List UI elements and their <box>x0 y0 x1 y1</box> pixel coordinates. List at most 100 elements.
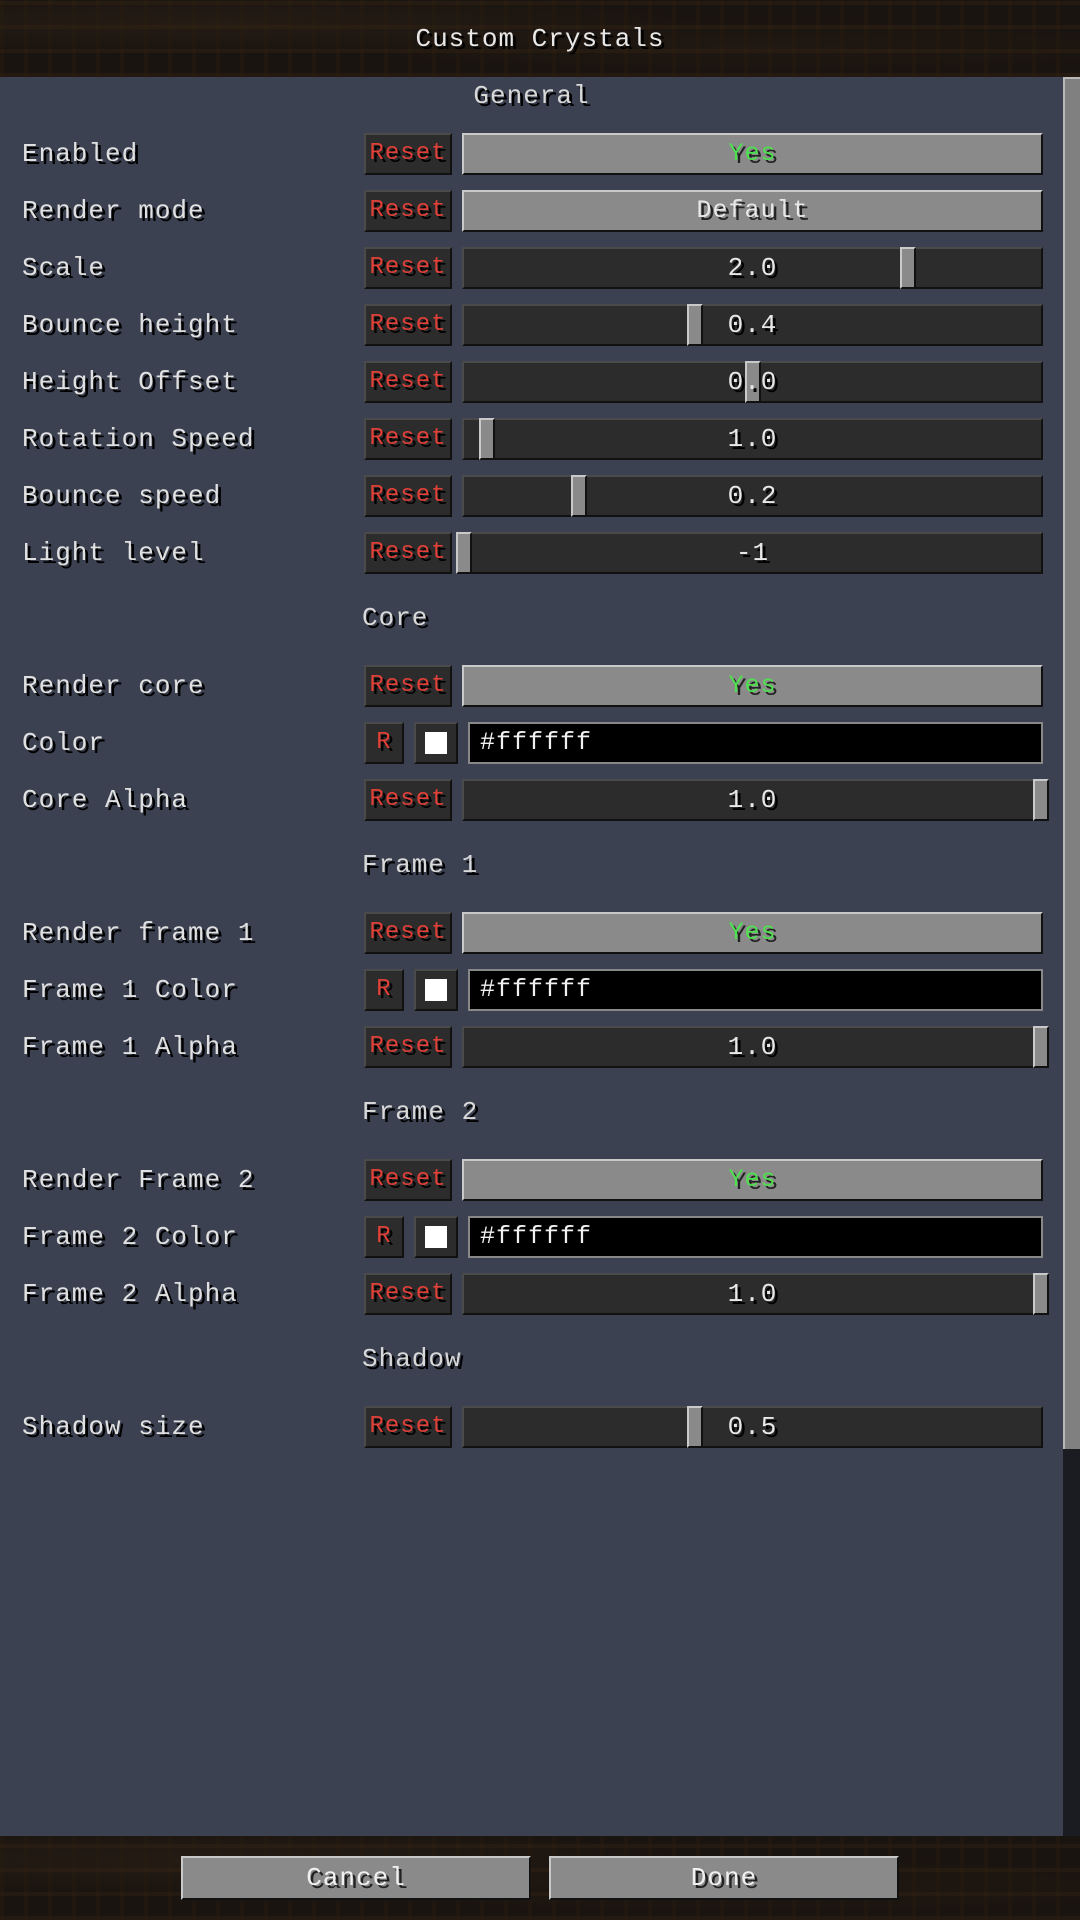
reset-render-core[interactable]: Reset <box>364 665 452 707</box>
swatch-frame1-color[interactable] <box>414 969 458 1011</box>
label-light-level: Light level <box>20 538 354 568</box>
slider-value: 1.0 <box>464 781 1041 819</box>
slider-frame2-alpha[interactable]: 1.0 <box>462 1273 1043 1315</box>
section-general: General <box>20 77 1043 125</box>
reset-render-frame1[interactable]: Reset <box>364 912 452 954</box>
slider-thumb[interactable] <box>1033 779 1049 821</box>
swatch-inner <box>425 1226 447 1248</box>
slider-rotation-speed[interactable]: 1.0 <box>462 418 1043 460</box>
swatch-frame2-color[interactable] <box>414 1216 458 1258</box>
reset-enabled[interactable]: Reset <box>364 133 452 175</box>
row-frame2-color: Frame 2 Color R #ffffff <box>20 1208 1043 1265</box>
slider-bounce-height[interactable]: 0.4 <box>462 304 1043 346</box>
slider-value: 1.0 <box>464 1275 1041 1313</box>
toggle-render-core[interactable]: Yes <box>462 665 1043 707</box>
toggle-enabled[interactable]: Yes <box>462 133 1043 175</box>
swatch-inner <box>425 979 447 1001</box>
reset-render-frame2[interactable]: Reset <box>364 1159 452 1201</box>
slider-thumb[interactable] <box>456 532 472 574</box>
slider-value: 1.0 <box>464 420 1041 458</box>
done-button[interactable]: Done <box>549 1856 899 1900</box>
input-core-color[interactable]: #ffffff <box>468 722 1043 764</box>
section-core: Core <box>20 581 1043 657</box>
row-scale: Scale Reset 2.0 <box>20 239 1043 296</box>
section-frame1: Frame 1 <box>20 828 1043 904</box>
label-frame1-color: Frame 1 Color <box>20 975 354 1005</box>
reset-frame2-alpha[interactable]: Reset <box>364 1273 452 1315</box>
label-render-mode: Render mode <box>20 196 354 226</box>
cancel-button[interactable]: Cancel <box>181 1856 531 1900</box>
reset-frame2-color[interactable]: R <box>364 1216 404 1258</box>
footer: Cancel Done <box>0 1836 1080 1920</box>
slider-value: 0.4 <box>464 306 1041 344</box>
reset-light-level[interactable]: Reset <box>364 532 452 574</box>
content: General Enabled Reset Yes Render mode Re… <box>0 77 1063 1455</box>
label-rotation-speed: Rotation Speed <box>20 424 354 454</box>
row-render-frame1: Render frame 1 Reset Yes <box>20 904 1043 961</box>
input-frame1-color[interactable]: #ffffff <box>468 969 1043 1011</box>
row-rotation-speed: Rotation Speed Reset 1.0 <box>20 410 1043 467</box>
row-render-core: Render core Reset Yes <box>20 657 1043 714</box>
swatch-core-color[interactable] <box>414 722 458 764</box>
label-render-frame2: Render Frame 2 <box>20 1165 354 1195</box>
slider-value: 0.5 <box>464 1408 1041 1446</box>
page-title: Custom Crystals <box>415 24 664 54</box>
label-render-core: Render core <box>20 671 354 701</box>
scrollbar-thumb[interactable] <box>1063 77 1080 1449</box>
button-render-mode[interactable]: Default <box>462 190 1043 232</box>
slider-core-alpha[interactable]: 1.0 <box>462 779 1043 821</box>
reset-scale[interactable]: Reset <box>364 247 452 289</box>
swatch-inner <box>425 732 447 754</box>
slider-thumb[interactable] <box>1033 1026 1049 1068</box>
reset-frame1-color[interactable]: R <box>364 969 404 1011</box>
slider-thumb[interactable] <box>900 247 916 289</box>
reset-render-mode[interactable]: Reset <box>364 190 452 232</box>
reset-height-offset[interactable]: Reset <box>364 361 452 403</box>
slider-height-offset[interactable]: 0.0 <box>462 361 1043 403</box>
slider-light-level[interactable]: -1 <box>462 532 1043 574</box>
slider-value: 2.0 <box>464 249 1041 287</box>
slider-bounce-speed[interactable]: 0.2 <box>462 475 1043 517</box>
label-frame2-color: Frame 2 Color <box>20 1222 354 1252</box>
label-core-alpha: Core Alpha <box>20 785 354 815</box>
row-render-frame2: Render Frame 2 Reset Yes <box>20 1151 1043 1208</box>
label-shadow-size: Shadow size <box>20 1412 354 1442</box>
header: Custom Crystals <box>0 0 1080 77</box>
label-render-frame1: Render frame 1 <box>20 918 354 948</box>
reset-frame1-alpha[interactable]: Reset <box>364 1026 452 1068</box>
slider-thumb[interactable] <box>687 1406 703 1448</box>
slider-thumb[interactable] <box>479 418 495 460</box>
section-frame2: Frame 2 <box>20 1075 1043 1151</box>
scrollbar[interactable] <box>1063 77 1080 1836</box>
row-core-color: Color R #ffffff <box>20 714 1043 771</box>
reset-core-alpha[interactable]: Reset <box>364 779 452 821</box>
reset-bounce-height[interactable]: Reset <box>364 304 452 346</box>
slider-thumb[interactable] <box>745 361 761 403</box>
slider-frame1-alpha[interactable]: 1.0 <box>462 1026 1043 1068</box>
label-enabled: Enabled <box>20 139 354 169</box>
section-shadow: Shadow <box>20 1322 1043 1398</box>
row-bounce-speed: Bounce speed Reset 0.2 <box>20 467 1043 524</box>
row-frame2-alpha: Frame 2 Alpha Reset 1.0 <box>20 1265 1043 1322</box>
slider-thumb[interactable] <box>687 304 703 346</box>
reset-core-color[interactable]: R <box>364 722 404 764</box>
row-frame1-alpha: Frame 1 Alpha Reset 1.0 <box>20 1018 1043 1075</box>
toggle-render-frame2[interactable]: Yes <box>462 1159 1043 1201</box>
slider-scale[interactable]: 2.0 <box>462 247 1043 289</box>
row-core-alpha: Core Alpha Reset 1.0 <box>20 771 1043 828</box>
reset-bounce-speed[interactable]: Reset <box>364 475 452 517</box>
row-render-mode: Render mode Reset Default <box>20 182 1043 239</box>
label-bounce-speed: Bounce speed <box>20 481 354 511</box>
row-light-level: Light level Reset -1 <box>20 524 1043 581</box>
toggle-render-frame1[interactable]: Yes <box>462 912 1043 954</box>
slider-thumb[interactable] <box>571 475 587 517</box>
slider-thumb[interactable] <box>1033 1273 1049 1315</box>
label-core-color: Color <box>20 728 354 758</box>
reset-rotation-speed[interactable]: Reset <box>364 418 452 460</box>
reset-shadow-size[interactable]: Reset <box>364 1406 452 1448</box>
label-scale: Scale <box>20 253 354 283</box>
slider-shadow-size[interactable]: 0.5 <box>462 1406 1043 1448</box>
slider-value: -1 <box>464 534 1041 572</box>
main-panel: General Enabled Reset Yes Render mode Re… <box>0 77 1080 1836</box>
input-frame2-color[interactable]: #ffffff <box>468 1216 1043 1258</box>
